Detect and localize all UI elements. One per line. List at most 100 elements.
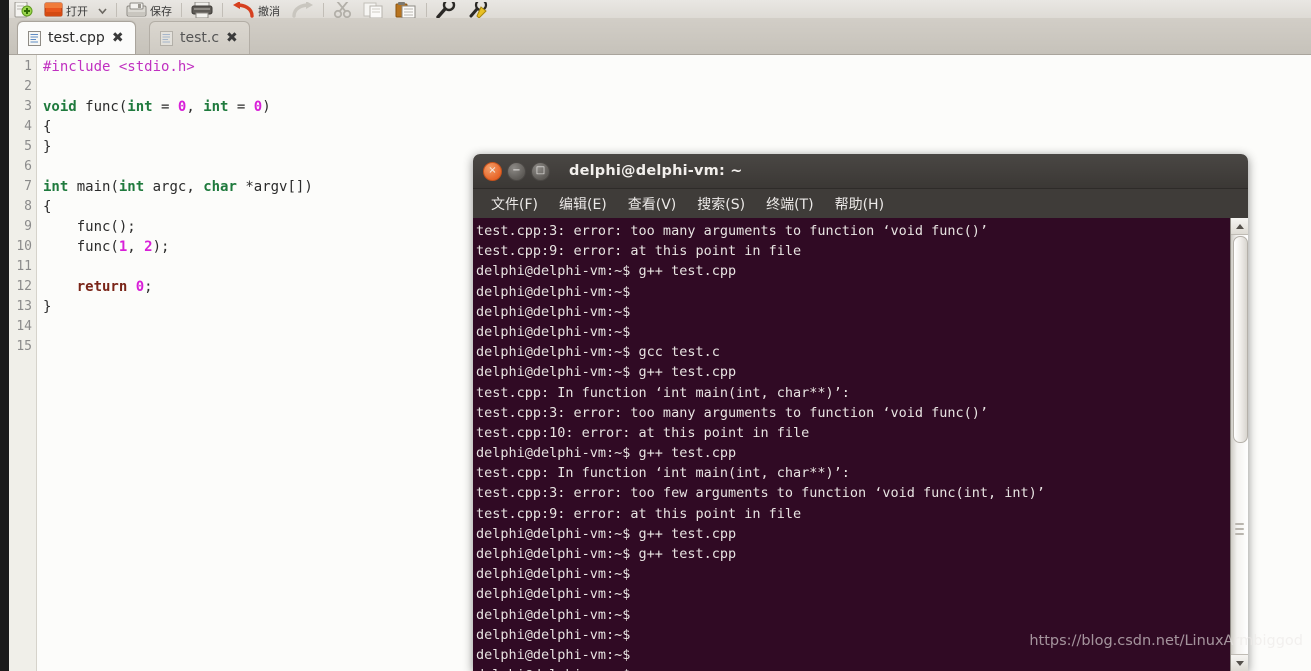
toolbar-separator <box>116 3 117 17</box>
replace-button[interactable] <box>463 0 495 18</box>
terminal-line: delphi@delphi-vm:~$ <box>476 646 631 663</box>
code-token: { <box>43 119 52 135</box>
window-close-button[interactable]: × <box>483 161 502 181</box>
tab-close-icon[interactable]: ✖ <box>226 31 238 45</box>
terminal-line: delphi@delphi-vm:~$ <box>476 323 631 340</box>
chevron-up-icon <box>1235 223 1244 229</box>
terminal-line: delphi@delphi-vm:~$ gcc test.c <box>476 344 720 361</box>
find-button[interactable] <box>431 0 463 18</box>
line-number: 9 <box>24 219 32 234</box>
line-number: 2 <box>24 79 32 94</box>
menu-file[interactable]: 文件(F) <box>483 191 546 217</box>
code-token: int <box>43 179 69 195</box>
save-button[interactable]: 保存 <box>121 0 177 18</box>
terminal-line: delphi@delphi-vm:~$ g++ test.cpp <box>476 263 737 280</box>
window-frame-left-edge <box>0 0 9 671</box>
line-number: 5 <box>24 139 32 154</box>
terminal-line: test.cpp: In function ‘int main(int, cha… <box>476 384 850 401</box>
code-line: { <box>43 117 1311 137</box>
new-file-button[interactable] <box>9 0 39 18</box>
line-number: 15 <box>16 339 32 354</box>
code-token: = <box>228 99 254 115</box>
line-number: 8 <box>24 199 32 214</box>
terminal-line: delphi@delphi-vm:~$ g++ test.cpp <box>476 445 737 462</box>
terminal-menubar: 文件(F) 编辑(E) 查看(V) 搜索(S) 终端(T) 帮助(H) <box>473 189 1248 220</box>
terminal-titlebar[interactable]: × − □ delphi@delphi-vm: ~ <box>473 154 1248 189</box>
code-token: int <box>203 99 229 115</box>
print-button[interactable] <box>186 0 218 18</box>
code-token: = <box>152 99 178 115</box>
copy-button[interactable] <box>358 0 390 18</box>
terminal-line: test.cpp: In function ‘int main(int, cha… <box>476 465 850 482</box>
paste-button[interactable] <box>390 0 422 18</box>
code-token: 2 <box>144 239 153 255</box>
source-file-icon <box>160 30 173 46</box>
scroll-down-button[interactable] <box>1231 654 1248 671</box>
pencil-icon <box>469 2 488 18</box>
tab-test-cpp[interactable]: test.cpp ✖ <box>17 21 136 54</box>
menu-search[interactable]: 搜索(S) <box>689 191 753 217</box>
code-token: func( <box>43 239 119 255</box>
line-number: 6 <box>24 159 32 174</box>
terminal-line: test.cpp:3: error: too few arguments to … <box>476 485 1045 502</box>
toolbar-separator <box>323 3 324 17</box>
tab-close-icon[interactable]: ✖ <box>112 31 124 45</box>
terminal-line: delphi@delphi-vm:~$ g++ test.cpp <box>476 364 737 381</box>
terminal-line: test.cpp:9: error: at this point in file <box>476 243 802 260</box>
chevron-down-icon <box>1235 660 1244 666</box>
terminal-line: test.cpp:9: error: at this point in file <box>476 505 802 522</box>
undo-label: 撤消 <box>258 5 280 18</box>
menu-terminal[interactable]: 终端(T) <box>758 191 821 217</box>
code-token: , <box>127 239 145 255</box>
scrollbar-thumb[interactable] <box>1233 236 1248 443</box>
toolbar-separator <box>222 3 223 17</box>
code-token: *argv[]) <box>236 179 313 195</box>
terminal-line: test.cpp:3: error: too many arguments to… <box>476 404 989 421</box>
tab-test-c[interactable]: test.c ✖ <box>149 21 250 54</box>
menu-help[interactable]: 帮助(H) <box>827 191 892 217</box>
code-token: func(); <box>43 219 136 235</box>
maximize-icon: □ <box>535 165 546 176</box>
code-token: main( <box>68 179 119 195</box>
open-file-label: 打开 <box>66 5 88 18</box>
open-file-button[interactable]: 打开 <box>39 0 93 18</box>
search-icon <box>436 2 456 18</box>
tab-label: test.cpp <box>48 30 105 46</box>
scissors-icon <box>333 2 352 18</box>
terminal-line: delphi@delphi-vm:~$ g++ test.cpp <box>476 546 737 562</box>
code-token: ; <box>144 279 153 295</box>
tab-label: test.c <box>180 30 220 46</box>
terminal-line: delphi@delphi-vm:~$ <box>476 586 631 603</box>
line-number: 10 <box>16 239 32 254</box>
source-file-icon <box>28 30 41 46</box>
copy-icon <box>363 2 383 18</box>
menu-edit[interactable]: 编辑(E) <box>551 191 615 217</box>
cut-button[interactable] <box>328 0 358 18</box>
terminal-body[interactable]: test.cpp:3: error: too many arguments to… <box>473 218 1248 671</box>
window-maximize-button[interactable]: □ <box>531 161 550 181</box>
scroll-up-button[interactable] <box>1231 218 1248 235</box>
menu-view[interactable]: 查看(V) <box>620 191 685 217</box>
code-token: int <box>118 179 145 195</box>
toolbar-separator <box>426 3 427 17</box>
line-number-gutter: 1 2 3 4 5 6 7 8 9 10 11 12 13 14 15 <box>9 55 37 671</box>
terminal-scrollbar[interactable] <box>1230 218 1248 671</box>
save-disk-icon <box>126 2 147 17</box>
terminal-window[interactable]: × − □ delphi@delphi-vm: ~ 文件(F) 编辑(E) 查看… <box>473 154 1248 671</box>
redo-button[interactable] <box>285 0 319 18</box>
open-dropdown-button[interactable] <box>93 0 112 18</box>
window-minimize-button[interactable]: − <box>507 161 526 181</box>
code-token: char <box>203 179 237 195</box>
line-number: 13 <box>16 299 32 314</box>
code-token: #include <stdio.h> <box>43 59 195 75</box>
undo-button[interactable]: 撤消 <box>227 0 285 18</box>
terminal-line: test.cpp:10: error: at this point in fil… <box>476 424 810 441</box>
terminal-line: delphi@delphi-vm:~$ g++ test.cpp <box>476 525 737 542</box>
terminal-line: delphi@delphi-vm:~$ <box>476 283 631 300</box>
minimize-icon: − <box>512 165 521 176</box>
terminal-line: test.cpp:3: error: too many arguments to… <box>476 223 989 239</box>
terminal-output[interactable]: test.cpp:3: error: too many arguments to… <box>473 218 1230 671</box>
